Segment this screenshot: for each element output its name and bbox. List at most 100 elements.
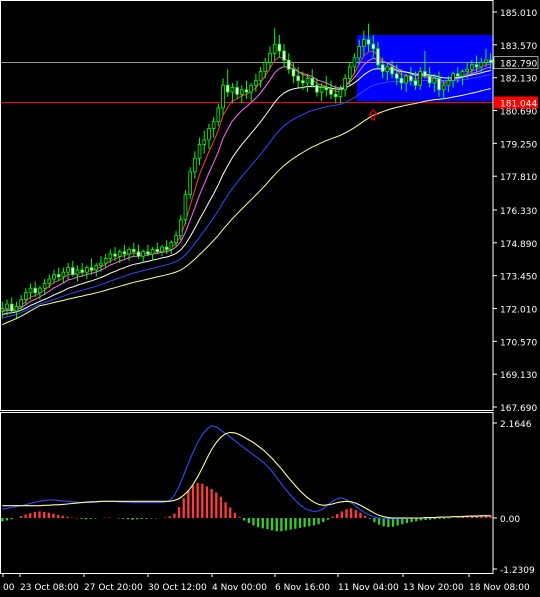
candle-body <box>127 249 131 255</box>
candle-body <box>484 59 488 63</box>
candle-body <box>272 43 277 54</box>
candle-body <box>343 77 347 91</box>
candle-body <box>286 59 291 70</box>
candle-body <box>244 89 249 93</box>
oscillator-tick-label: -1.2309 <box>500 566 535 576</box>
candle-body <box>122 251 127 255</box>
candle-body <box>394 73 399 79</box>
candle-body <box>225 84 230 93</box>
horizontal-line-label: 181.044 <box>500 100 537 110</box>
price-tick-label: 170.570 <box>500 338 537 348</box>
candle-body <box>61 271 66 278</box>
candle-body <box>0 308 5 312</box>
candle-body <box>310 77 315 86</box>
candle-body <box>150 249 155 255</box>
candle-body <box>38 287 42 294</box>
candle-body <box>479 62 484 68</box>
candle-body <box>5 303 9 310</box>
candle-body <box>451 73 455 82</box>
candle-body <box>178 219 183 237</box>
candle-body <box>263 62 268 72</box>
candle-body <box>296 75 300 82</box>
oscillator-tick-label: 0.00 <box>500 515 520 525</box>
candle-body <box>85 267 89 273</box>
time-tick-label: 11 Nov 04:00 <box>338 583 399 593</box>
candle-body <box>423 71 427 77</box>
candle-body <box>352 57 357 68</box>
candle-body <box>399 77 404 84</box>
price-tick-label: 182.130 <box>500 75 537 85</box>
candle-body <box>141 251 146 257</box>
candle-body <box>441 84 446 91</box>
candle-body <box>413 80 418 86</box>
candle-body <box>277 43 282 52</box>
candle-body <box>19 299 23 307</box>
candle-body <box>239 89 244 95</box>
candle-body <box>315 84 319 93</box>
candle-body <box>362 39 366 47</box>
candle-body <box>211 121 216 129</box>
candle-body <box>474 64 479 68</box>
candle-body <box>446 80 451 86</box>
price-tick-label: 169.130 <box>500 371 537 381</box>
price-tick-label: 174.890 <box>500 240 537 250</box>
candle-body <box>103 258 108 264</box>
candle-body <box>380 64 385 72</box>
candle-body <box>47 278 52 285</box>
candle-body <box>169 242 174 250</box>
candle-body <box>9 303 14 312</box>
candle-body <box>249 84 254 93</box>
candle-body <box>357 46 361 59</box>
candle-body <box>202 139 207 145</box>
candle-body <box>376 48 380 66</box>
candle-body <box>24 292 28 300</box>
candle-body <box>390 66 394 75</box>
time-tick-label: 13 Nov 20:00 <box>403 583 464 593</box>
price-tick-label: 167.690 <box>500 404 537 414</box>
candle-body <box>418 71 423 86</box>
candle-body <box>460 71 465 77</box>
candle-body <box>437 77 441 91</box>
candle-body <box>132 249 136 253</box>
candle-body <box>197 144 202 159</box>
candle-body <box>329 89 333 95</box>
time-tick-label: 30 Oct 12:00 <box>148 583 207 593</box>
time-tick-label: 23 Oct 08:00 <box>20 583 79 593</box>
price-tick-label: 177.810 <box>500 173 537 183</box>
candle-body <box>324 87 329 91</box>
candle-body <box>282 50 286 61</box>
candle-body <box>183 194 188 221</box>
chart-svg[interactable]: 185.010183.570182.130180.690179.250177.8… <box>0 0 540 593</box>
price-tick-label: 185.010 <box>500 9 537 19</box>
candle-body <box>488 59 493 64</box>
current-price-label: 182.790 <box>500 60 537 70</box>
candle-body <box>455 73 460 77</box>
candle-body <box>230 87 235 93</box>
candle-body <box>470 64 474 70</box>
candle-body <box>347 66 352 79</box>
time-tick-label: 00 <box>3 583 15 593</box>
candle-body <box>235 87 239 95</box>
candle-body <box>291 68 296 77</box>
time-tick-label: 4 Nov 00:00 <box>212 583 267 593</box>
candle-body <box>268 52 272 63</box>
candle-body <box>94 264 99 271</box>
candle-body <box>42 283 47 289</box>
oscillator-tick-label: 2.1646 <box>500 420 532 430</box>
candle-body <box>427 75 432 84</box>
candle-body <box>28 287 33 294</box>
candle-body <box>333 93 338 98</box>
candle-body <box>207 128 211 141</box>
price-tick-label: 173.450 <box>500 273 537 283</box>
candle-body <box>75 269 80 275</box>
candle-body <box>146 251 150 255</box>
candle-body <box>56 274 61 278</box>
candle-body <box>188 171 192 196</box>
candle-body <box>371 43 376 50</box>
candle-body <box>70 267 75 275</box>
candle-body <box>254 80 258 86</box>
candle-body <box>108 253 113 259</box>
candle-body <box>113 253 117 257</box>
candle-body <box>164 246 169 250</box>
candle-body <box>409 75 413 82</box>
